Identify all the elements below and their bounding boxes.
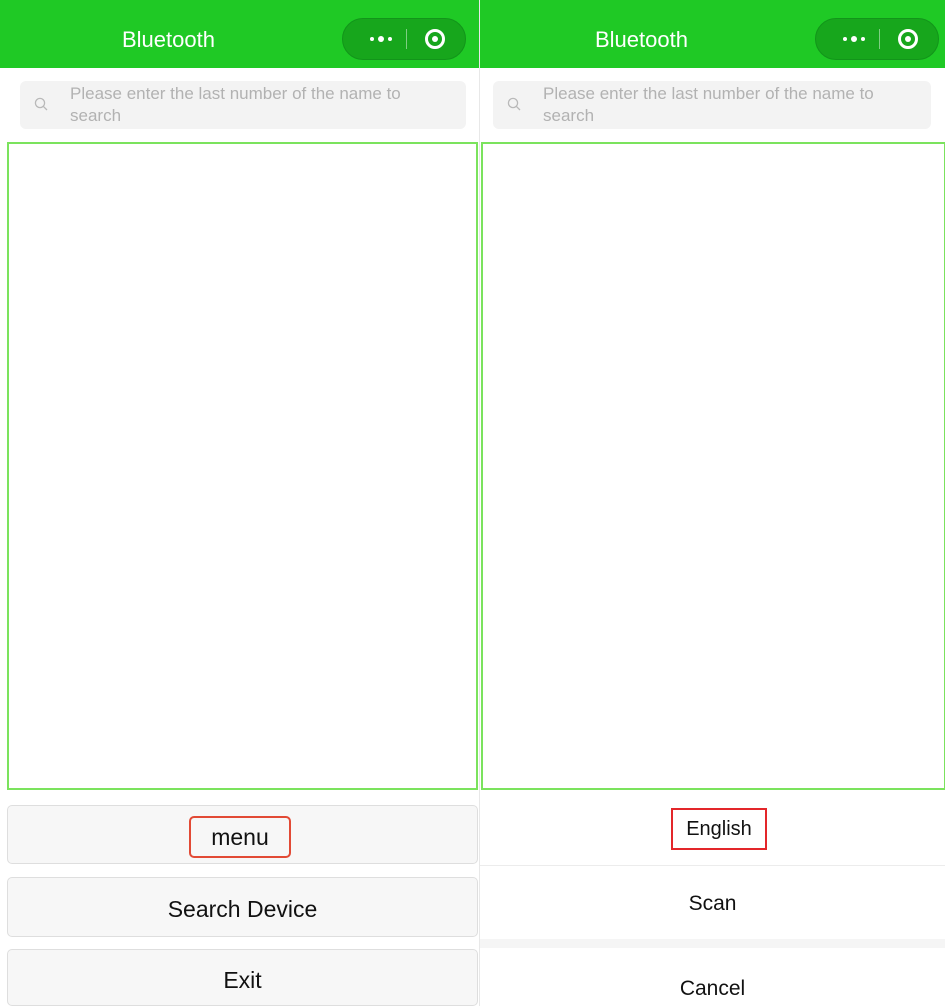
sheet-item-scan[interactable]: Scan	[480, 866, 945, 939]
search-input[interactable]: Please enter the last number of the name…	[20, 81, 466, 129]
device-list[interactable]	[481, 142, 945, 790]
capsule-divider	[879, 29, 880, 49]
menu-button[interactable]: menu	[7, 805, 478, 864]
page-title: Bluetooth	[122, 27, 215, 52]
device-list[interactable]	[7, 142, 478, 790]
target-circle-icon[interactable]	[425, 29, 445, 49]
english-label: English	[671, 808, 767, 850]
left-screen: Bluetooth Please enter the last number o…	[0, 0, 480, 1006]
sheet-item-english[interactable]: English	[480, 796, 945, 866]
search-placeholder: Please enter the last number of the name…	[70, 84, 401, 125]
sheet-separator	[480, 939, 945, 948]
search-icon	[507, 97, 521, 111]
more-dots-icon[interactable]	[830, 19, 878, 59]
capsule-divider	[406, 29, 407, 49]
capsule-menu	[815, 18, 939, 60]
target-circle-icon[interactable]	[898, 29, 918, 49]
exit-button[interactable]: Exit	[7, 949, 478, 1006]
nav-bar: Bluetooth	[0, 0, 480, 68]
search-icon	[34, 97, 48, 111]
nav-bar: Bluetooth	[480, 0, 945, 68]
more-dots-icon[interactable]	[357, 19, 405, 59]
search-device-button[interactable]: Search Device	[7, 877, 478, 937]
search-placeholder: Please enter the last number of the name…	[543, 84, 874, 125]
search-input[interactable]: Please enter the last number of the name…	[493, 81, 931, 129]
page-title: Bluetooth	[595, 27, 688, 52]
menu-label: menu	[189, 816, 291, 858]
right-screen: Bluetooth Please enter the last number o…	[480, 0, 945, 1006]
capsule-menu	[342, 18, 466, 60]
sheet-cancel-button[interactable]: Cancel	[480, 948, 945, 1006]
